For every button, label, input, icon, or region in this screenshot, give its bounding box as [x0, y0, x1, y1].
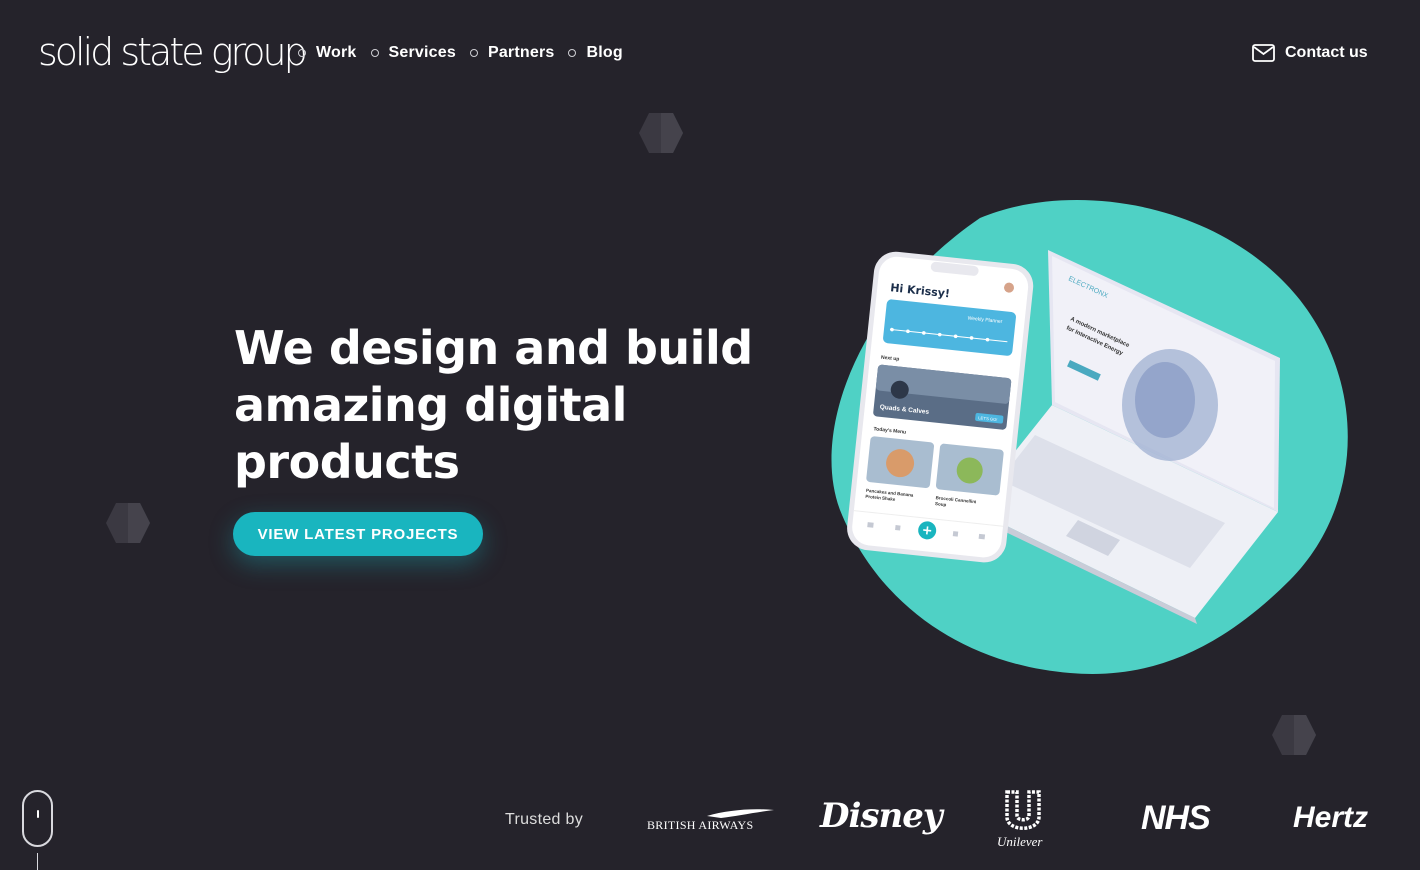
unilever-logo	[1003, 790, 1043, 839]
nav-bullet-icon	[568, 49, 577, 57]
hexagon-decoration-icon	[1272, 715, 1316, 755]
view-latest-projects-button[interactable]: VIEW LATEST PROJECTS	[233, 512, 483, 556]
hero-device-illustration: ELECTRONX A modern marketplace for Inter…	[831, 200, 1348, 674]
nav-label: Services	[388, 44, 456, 61]
scroll-mouse-icon[interactable]	[22, 790, 53, 847]
nav-label: Work	[316, 44, 357, 61]
hertz-logo: Hertz	[1293, 801, 1369, 834]
british-airways-logo: BRITISH AIRWAYS	[647, 806, 775, 833]
phone-mockup: Hi Krissy! Weekly Planner Next up Quads …	[847, 251, 1034, 563]
site-header: solid state group Work Services Partners…	[0, 0, 1420, 110]
trusted-by-label: Trusted by	[505, 811, 583, 828]
hero-title-line: products	[234, 435, 460, 489]
unilever-u-icon	[1005, 790, 1041, 830]
disney-logo: Disney	[820, 796, 943, 836]
scroll-line-divider	[37, 853, 38, 870]
nav-item-services[interactable]: Services	[370, 44, 456, 62]
unilever-text: Unilever	[997, 834, 1043, 849]
nav-bullet-icon	[298, 49, 306, 57]
nhs-logo: NHS	[1141, 799, 1211, 837]
hexagon-decoration-icon	[639, 113, 683, 153]
nav-label: Blog	[586, 44, 623, 61]
hero-title: We design and build amazing digital prod…	[234, 320, 754, 491]
nav-label: Partners	[487, 44, 555, 61]
logo[interactable]: solid state group	[38, 30, 308, 74]
nav-item-work[interactable]: Work	[298, 44, 357, 62]
hero-title-line: We design and build	[234, 321, 753, 375]
british-airways-swoosh-icon	[707, 809, 774, 818]
main-nav: Work Services Partners Blog	[298, 44, 637, 62]
nav-bullet-icon	[370, 49, 379, 57]
british-airways-text: BRITISH AIRWAYS	[647, 818, 754, 832]
hero-title-line: amazing digital	[234, 378, 627, 432]
contact-us-label: Contact us	[1285, 44, 1368, 61]
nav-item-partners[interactable]: Partners	[469, 44, 555, 62]
nav-bullet-icon	[469, 49, 478, 57]
hexagon-decoration-icon	[106, 503, 150, 543]
mouse-wheel-icon	[37, 810, 39, 818]
nav-item-blog[interactable]: Blog	[568, 44, 623, 62]
envelope-icon	[1252, 44, 1275, 62]
contact-us-link[interactable]: Contact us	[1252, 44, 1368, 62]
